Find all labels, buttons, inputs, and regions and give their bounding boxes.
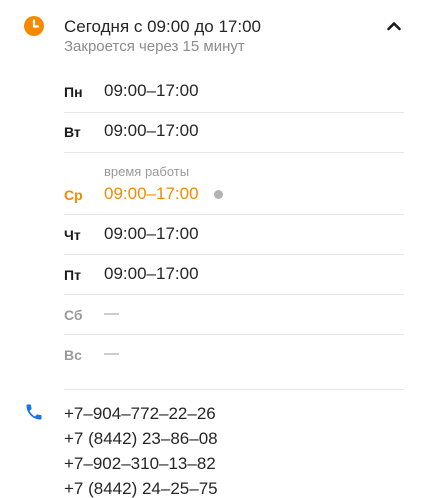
day-name: Сб <box>64 307 83 323</box>
day-name: Чт <box>64 227 81 243</box>
day-hours: 09:00–17:00 <box>104 264 199 283</box>
day-hours: — <box>104 345 119 362</box>
phone-number-link[interactable]: +7‒902‒310‒13‒82 <box>64 454 216 474</box>
phone-number-link[interactable]: +7 (8442) 23‒86‒08 <box>64 429 218 449</box>
day-hours: 09:00–17:00 <box>104 184 199 203</box>
schedule-row-wed-today: время работы Ср 09:00–17:00 <box>64 153 404 215</box>
clock-icon <box>24 16 44 36</box>
day-name: Пт <box>64 267 81 283</box>
phone-number-link[interactable]: +7 (8442) 24‒25‒75 <box>64 479 218 498</box>
day-hours: — <box>104 305 119 322</box>
today-caption: время работы <box>104 164 190 179</box>
day-name: Вс <box>64 347 82 363</box>
schedule-row-thu: Чт 09:00–17:00 <box>64 215 404 255</box>
current-day-dot <box>214 190 223 199</box>
schedule-row-sat: Сб — <box>64 295 404 335</box>
day-hours: 09:00–17:00 <box>104 81 199 100</box>
day-name: Вт <box>64 124 81 140</box>
schedule-row-mon: Пн 09:00–17:00 <box>64 73 404 113</box>
day-name: Ср <box>64 187 83 203</box>
day-hours: 09:00–17:00 <box>104 121 199 140</box>
phone-icon <box>24 402 44 422</box>
section-divider <box>64 389 404 390</box>
chevron-up-icon[interactable] <box>384 16 404 36</box>
closing-status: Закроется через 15 минут <box>64 38 245 55</box>
schedule-row-fri: Пт 09:00–17:00 <box>64 255 404 295</box>
phone-number-link[interactable]: +7‒904‒772‒22‒26 <box>64 404 216 424</box>
schedule-row-sun: Вс — <box>64 335 404 390</box>
day-hours: 09:00–17:00 <box>104 224 199 243</box>
day-name: Пн <box>64 84 83 100</box>
hours-today-title: Сегодня с 09:00 до 17:00 <box>64 17 262 36</box>
schedule-row-tue: Вт 09:00–17:00 <box>64 113 404 153</box>
